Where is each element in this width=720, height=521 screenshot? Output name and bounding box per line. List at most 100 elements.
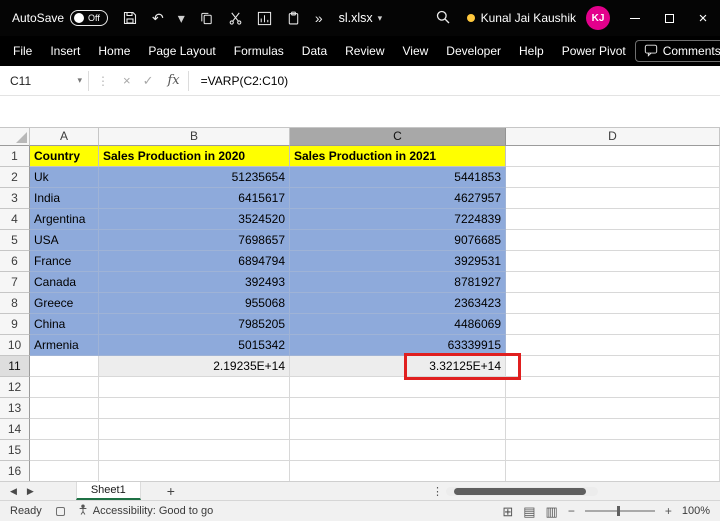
cell-A12[interactable] [30, 377, 99, 398]
undo-dropdown-icon[interactable]: ▾ [178, 11, 185, 25]
cell-C12[interactable] [290, 377, 506, 398]
sheet-tab-sheet1[interactable]: Sheet1 [75, 482, 141, 500]
copy-icon[interactable] [199, 11, 214, 26]
document-title[interactable]: sl.xlsx ▾ [339, 11, 383, 25]
avatar[interactable]: KJ [586, 6, 610, 30]
column-header-C[interactable]: C [290, 128, 506, 146]
cell-C7[interactable]: 8781927 [290, 272, 506, 293]
cell-C14[interactable] [290, 419, 506, 440]
cell-B10[interactable]: 5015342 [99, 335, 290, 356]
row-header-5[interactable]: 5 [0, 230, 30, 251]
normal-view-icon[interactable]: ⊞ [502, 505, 513, 518]
row-header-13[interactable]: 13 [0, 398, 30, 419]
cell-B2[interactable]: 51235654 [99, 167, 290, 188]
zoom-out-icon[interactable]: − [568, 504, 575, 518]
cell-C1[interactable]: Sales Production in 2021 [290, 146, 506, 167]
cell-B14[interactable] [99, 419, 290, 440]
tab-page-layout[interactable]: Page Layout [139, 36, 224, 66]
cell-C9[interactable]: 4486069 [290, 314, 506, 335]
cell-D6[interactable] [506, 251, 720, 272]
select-all-button[interactable] [0, 128, 30, 146]
cell-D3[interactable] [506, 188, 720, 209]
cell-B7[interactable]: 392493 [99, 272, 290, 293]
tab-formulas[interactable]: Formulas [225, 36, 293, 66]
cell-B16[interactable] [99, 461, 290, 481]
cell-B13[interactable] [99, 398, 290, 419]
more-commands-icon[interactable]: » [315, 11, 323, 25]
undo-icon[interactable]: ↶ [152, 11, 164, 25]
paste-icon[interactable] [286, 11, 301, 26]
tab-review[interactable]: Review [336, 36, 393, 66]
accessibility-status[interactable]: Accessibility: Good to go [77, 504, 213, 519]
cell-A8[interactable]: Greece [30, 293, 99, 314]
cell-B8[interactable]: 955068 [99, 293, 290, 314]
cell-A2[interactable]: Uk [30, 167, 99, 188]
row-header-15[interactable]: 15 [0, 440, 30, 461]
cell-A7[interactable]: Canada [30, 272, 99, 293]
cell-D12[interactable] [506, 377, 720, 398]
zoom-level[interactable]: 100% [682, 505, 710, 517]
cell-C4[interactable]: 7224839 [290, 209, 506, 230]
row-header-7[interactable]: 7 [0, 272, 30, 293]
macro-record-icon[interactable] [55, 506, 65, 516]
cell-A9[interactable]: China [30, 314, 99, 335]
row-header-9[interactable]: 9 [0, 314, 30, 335]
cell-D16[interactable] [506, 461, 720, 481]
cell-A1[interactable]: Country [30, 146, 99, 167]
cell-C2[interactable]: 5441853 [290, 167, 506, 188]
cell-D11[interactable] [506, 356, 720, 377]
formula-input[interactable]: =VARP(C2:C10) [201, 74, 288, 88]
cell-C10[interactable]: 63339915 [290, 335, 506, 356]
row-header-12[interactable]: 12 [0, 377, 30, 398]
tab-file[interactable]: File [4, 36, 41, 66]
cell-C5[interactable]: 9076685 [290, 230, 506, 251]
cell-A4[interactable]: Argentina [30, 209, 99, 230]
cell-C13[interactable] [290, 398, 506, 419]
cell-B11[interactable]: 2.19235E+14 [99, 356, 290, 377]
cell-B6[interactable]: 6894794 [99, 251, 290, 272]
cell-C15[interactable] [290, 440, 506, 461]
cell-D15[interactable] [506, 440, 720, 461]
horizontal-scrollbar-thumb[interactable] [454, 488, 586, 495]
cell-B1[interactable]: Sales Production in 2020 [99, 146, 290, 167]
cell-D9[interactable] [506, 314, 720, 335]
zoom-in-icon[interactable]: + [665, 504, 672, 518]
row-header-16[interactable]: 16 [0, 461, 30, 481]
cell-D13[interactable] [506, 398, 720, 419]
cell-A16[interactable] [30, 461, 99, 481]
cell-D1[interactable] [506, 146, 720, 167]
column-header-D[interactable]: D [506, 128, 720, 146]
next-sheet-icon[interactable]: ▶ [27, 486, 34, 497]
search-icon[interactable] [435, 9, 451, 28]
name-box-resize-handle[interactable]: ⋮ [97, 74, 109, 88]
chart-icon[interactable] [257, 11, 272, 26]
page-break-view-icon[interactable]: ▥ [546, 505, 558, 518]
cell-B15[interactable] [99, 440, 290, 461]
name-box[interactable]: C11 ▾ [0, 66, 88, 95]
close-button[interactable]: × [686, 0, 720, 36]
comments-button[interactable]: Comments [634, 40, 720, 62]
autosave-toggle[interactable]: Off [70, 10, 109, 26]
cell-D2[interactable] [506, 167, 720, 188]
cell-C3[interactable]: 4627957 [290, 188, 506, 209]
tab-developer[interactable]: Developer [437, 36, 510, 66]
maximize-button[interactable] [652, 0, 686, 36]
horizontal-scrollbar[interactable] [446, 487, 598, 496]
row-header-10[interactable]: 10 [0, 335, 30, 356]
cell-B3[interactable]: 6415617 [99, 188, 290, 209]
tab-home[interactable]: Home [89, 36, 139, 66]
cell-A5[interactable]: USA [30, 230, 99, 251]
cell-A3[interactable]: India [30, 188, 99, 209]
row-header-6[interactable]: 6 [0, 251, 30, 272]
cell-D7[interactable] [506, 272, 720, 293]
sheetbar-resize-handle[interactable]: ⋮ [432, 485, 443, 498]
previous-sheet-icon[interactable]: ◀ [10, 486, 17, 497]
cell-B5[interactable]: 7698657 [99, 230, 290, 251]
cell-A6[interactable]: France [30, 251, 99, 272]
row-header-3[interactable]: 3 [0, 188, 30, 209]
column-header-B[interactable]: B [99, 128, 290, 146]
cell-D10[interactable] [506, 335, 720, 356]
tab-help[interactable]: Help [510, 36, 553, 66]
cell-C8[interactable]: 2363423 [290, 293, 506, 314]
tab-view[interactable]: View [394, 36, 438, 66]
